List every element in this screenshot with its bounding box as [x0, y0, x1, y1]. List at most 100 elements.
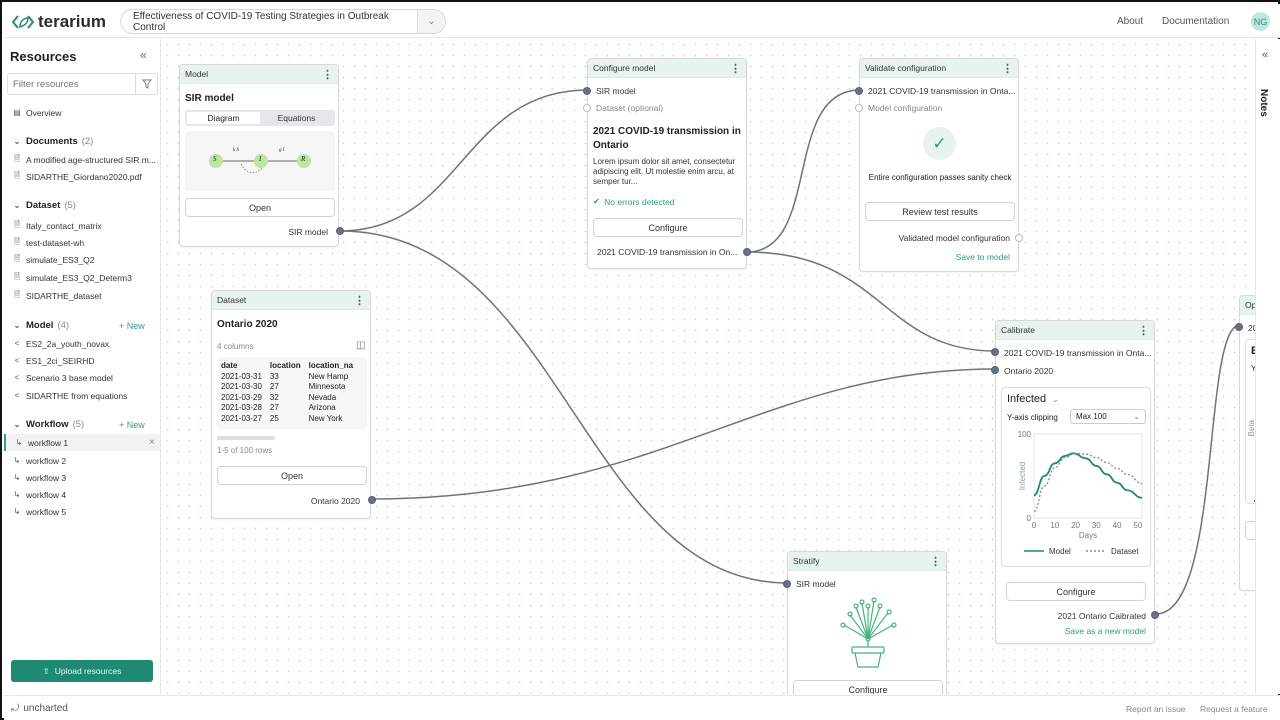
about-link[interactable]: About: [1117, 16, 1143, 27]
output-port[interactable]: [1015, 234, 1023, 242]
notes-label[interactable]: Notes: [1258, 89, 1269, 117]
new-model-button[interactable]: + New: [119, 321, 145, 331]
dataset-item[interactable]: 🗎 simulate_ES3_Q2_Determ3: [4, 269, 160, 286]
validate-configuration-node[interactable]: Validate configuration ⋮ 2021 COVID-19 tr…: [855, 58, 1023, 272]
cell: 33: [269, 371, 279, 381]
variable-select[interactable]: Infected ⌄: [1007, 393, 1059, 405]
configure-model-node[interactable]: Configure model ⋮ SIR model Dataset (opti…: [583, 58, 751, 269]
workflow-item[interactable]: ↳ workflow 5: [4, 503, 160, 520]
dataset-node[interactable]: Dataset ⋮ Ontario 2020 4 columns ◫ date l…: [211, 290, 376, 519]
request-feature-link[interactable]: Request a feature: [1200, 704, 1268, 714]
input-port[interactable]: [783, 580, 791, 588]
dataset-icon: 🗎: [13, 236, 21, 246]
dataset-item[interactable]: 🗎 Italy_contact_matrix: [4, 217, 160, 234]
open-model-button[interactable]: Open: [185, 198, 335, 217]
model-item[interactable]: < ES2_2a_youth_novax: [4, 335, 160, 352]
section-dataset[interactable]: ⌄ Dataset (5): [4, 197, 160, 214]
tab-diagram[interactable]: Diagram: [187, 112, 260, 124]
upload-label: Upload resources: [54, 666, 122, 676]
model-diagram[interactable]: S I R k S g I: [185, 131, 335, 191]
section-label: Dataset: [26, 200, 61, 211]
documentation-link[interactable]: Documentation: [1162, 16, 1229, 27]
model-item[interactable]: < Scenario 3 base model: [4, 369, 160, 386]
more-vertical-icon[interactable]: ⋮: [322, 68, 333, 81]
section-workflow[interactable]: ⌄ Workflow (5) + New: [4, 416, 160, 433]
dataset-item[interactable]: 🗎 test-dataset-wh: [4, 234, 160, 251]
more-vertical-icon[interactable]: ⋮: [1002, 62, 1013, 75]
user-avatar[interactable]: NG: [1251, 12, 1270, 31]
more-vertical-icon[interactable]: ⋮: [930, 555, 941, 568]
save-to-model-link[interactable]: Save to model: [956, 252, 1010, 262]
section-documents[interactable]: ⌄ Documents (2): [4, 133, 160, 150]
close-icon[interactable]: ×: [149, 437, 155, 448]
workflow-item[interactable]: ↳ workflow 2: [4, 452, 160, 469]
output-port[interactable]: [1151, 611, 1159, 619]
configure-button[interactable]: Configure: [793, 680, 943, 694]
upload-resources-button[interactable]: ⇧ Upload resources: [11, 660, 153, 682]
output-port[interactable]: [743, 248, 751, 256]
workflow-item[interactable]: ↳ workflow 3: [4, 469, 160, 486]
cell: 2021-03-29: [221, 392, 262, 402]
more-vertical-icon[interactable]: ⋮: [354, 294, 365, 307]
model-item[interactable]: < SIDARTHE from equations: [4, 387, 160, 404]
input-port-label: 2021 COVID-19 transmission in Onta...: [868, 86, 1016, 96]
new-workflow-button[interactable]: + New: [119, 420, 145, 430]
project-selector[interactable]: Effectiveness of COVID-19 Testing Strate…: [120, 9, 446, 34]
collapse-sidebar-icon[interactable]: «: [140, 48, 147, 62]
calibrate-node[interactable]: Calibrate ⋮ 2021 COVID-19 transmission in…: [991, 320, 1159, 644]
optimize-button[interactable]: [1245, 521, 1255, 540]
section-label: Model: [26, 320, 54, 331]
chevron-down-icon: ⌄: [13, 201, 21, 210]
configure-button[interactable]: Configure: [1006, 582, 1146, 601]
state-s-label: S: [213, 155, 217, 163]
input-port-optional[interactable]: [855, 104, 863, 112]
terarium-logo[interactable]: terarium: [12, 12, 106, 32]
chevron-down-icon: ⌄: [13, 137, 21, 146]
dataset-item[interactable]: 🗎 simulate_ES3_Q2: [4, 251, 160, 268]
item-label: ES1_2ci_SEIRHD: [26, 355, 95, 366]
more-vertical-icon[interactable]: ⋮: [1138, 324, 1149, 337]
configure-button[interactable]: Configure: [593, 218, 743, 237]
item-label: SIDARTHE_dataset: [26, 290, 102, 301]
workflow-canvas[interactable]: Model ⋮ SIR model Diagram Equations S I R…: [162, 39, 1255, 694]
horizontal-scrollbar[interactable]: [217, 436, 275, 440]
filter-input[interactable]: [8, 74, 135, 94]
workflow-item[interactable]: ↳ workflow 4: [4, 486, 160, 503]
workflow-icon: ↳: [13, 490, 21, 499]
output-port[interactable]: [336, 227, 344, 235]
input-port[interactable]: [1235, 323, 1243, 331]
expand-notes-icon[interactable]: «: [1262, 49, 1268, 61]
document-item[interactable]: 🗎 SIDARTHE_Giordano2020.pdf: [4, 168, 160, 185]
x-tick-label: 10: [1050, 521, 1059, 530]
model-view-tabs: Diagram Equations: [185, 110, 335, 126]
stratify-node[interactable]: Stratify ⋮ SIR model Configure: [783, 551, 947, 694]
input-port[interactable]: [855, 87, 863, 95]
input-port[interactable]: [991, 348, 999, 356]
dataset-item[interactable]: 🗎 SIDARTHE_dataset: [4, 287, 160, 304]
input-port[interactable]: [991, 366, 999, 374]
section-model[interactable]: ⌄ Model (4) + New: [4, 317, 160, 334]
workflow-item-active[interactable]: ↳ workflow 1 ×: [4, 434, 160, 451]
save-as-new-model-link[interactable]: Save as a new model: [1065, 626, 1146, 636]
more-vertical-icon[interactable]: ⋮: [730, 62, 741, 75]
node-header-label: Configure model: [593, 63, 656, 73]
tab-equations[interactable]: Equations: [260, 112, 333, 124]
input-port[interactable]: [583, 87, 591, 95]
sidebar-item-overview[interactable]: ▤ Overview: [4, 104, 160, 121]
columns-icon[interactable]: ◫: [356, 340, 365, 351]
node-header: Opt: [1240, 296, 1255, 315]
uncharted-icon: ⤾: [11, 703, 20, 714]
input-port-optional[interactable]: [583, 104, 591, 112]
y-axis-clipping-select[interactable]: Max 100 ⌄: [1070, 409, 1146, 424]
notes-panel: « Notes: [1255, 39, 1280, 694]
chevron-down-icon[interactable]: ⌄: [417, 10, 445, 33]
model-item[interactable]: < ES1_2ci_SEIRHD: [4, 352, 160, 369]
open-dataset-button[interactable]: Open: [217, 466, 367, 485]
model-node[interactable]: Model ⋮ SIR model Diagram Equations S I R…: [179, 64, 344, 247]
output-port[interactable]: [368, 496, 376, 504]
review-test-results-button[interactable]: Review test results: [865, 202, 1015, 221]
document-item[interactable]: 🗎 A modified age-structured SIR m...: [4, 151, 160, 168]
filter-icon[interactable]: [135, 74, 157, 94]
report-issue-link[interactable]: Report an issue: [1126, 704, 1186, 714]
optimize-node[interactable]: Opt 20 B Y- Beta: [1235, 295, 1255, 591]
